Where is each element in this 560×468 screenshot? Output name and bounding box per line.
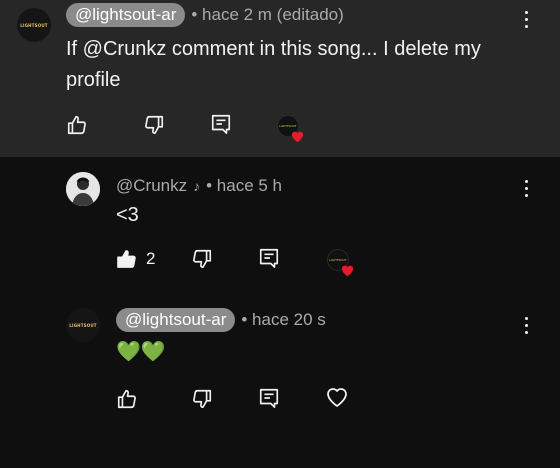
heart-outline-icon — [327, 388, 347, 407]
reply-button[interactable] — [210, 113, 232, 135]
thumbs-down-icon — [193, 249, 212, 269]
comment-text: 💚💚 — [116, 341, 166, 363]
reply-comment-icon — [259, 388, 279, 408]
red-heart-icon — [291, 131, 304, 143]
author-handle[interactable]: @lightsout-ar — [66, 3, 186, 27]
user-photo-icon — [66, 172, 100, 206]
thumbs-up-filled-icon — [117, 250, 136, 268]
more-options-button[interactable] — [523, 10, 529, 30]
heart-button[interactable] — [325, 386, 349, 408]
more-options-button[interactable] — [523, 316, 529, 336]
reply-button[interactable] — [258, 387, 280, 409]
avatar-logo-text: LIGHTSOUT — [20, 22, 48, 28]
reply-button[interactable] — [258, 247, 280, 269]
comment-text-line: If @Crunkz comment in this song... I del… — [66, 38, 481, 60]
dislike-button[interactable] — [191, 388, 213, 410]
red-heart-icon — [341, 265, 354, 277]
avatar[interactable] — [66, 172, 100, 206]
thumbs-up-icon — [117, 389, 136, 409]
reply-comment-icon — [211, 114, 231, 134]
thumbs-down-icon — [145, 115, 164, 135]
author-handle[interactable]: @lightsout-ar — [116, 308, 236, 332]
dislike-button[interactable] — [191, 248, 213, 270]
comment: LIGHTSOUT @lightsout-ar • hace 20 s 💚💚 — [0, 296, 560, 468]
comment-text-line: profile — [66, 69, 121, 91]
like-count: 2 — [146, 249, 156, 268]
creator-heart-badge[interactable]: LIGHTSOUT — [327, 249, 354, 277]
comment-highlighted: LIGHTSOUT @lightsout-ar • hace 2 m (edit… — [0, 0, 560, 157]
comment-header: @lightsout-ar • hace 2 m (editado) — [66, 3, 344, 27]
creator-avatar-text: LIGHTSOUT — [329, 258, 347, 262]
like-button[interactable] — [66, 114, 88, 136]
avatar[interactable]: LIGHTSOUT — [66, 308, 100, 342]
comment-timestamp: • hace 5 h — [206, 176, 283, 195]
thumbs-up-icon — [67, 115, 86, 135]
author-handle[interactable]: @Crunkz — [116, 176, 187, 196]
comment-text: <3 — [116, 204, 139, 226]
comment-timestamp: • hace 20 s — [241, 310, 326, 329]
more-options-button[interactable] — [523, 179, 529, 199]
dislike-button[interactable] — [143, 114, 165, 136]
avatar[interactable]: LIGHTSOUT — [17, 8, 51, 42]
comment-text: If @Crunkz comment in this song... I del… — [66, 34, 481, 96]
comment: @Crunkz ♪ • hace 5 h <3 2 LIGHTSOUT — [0, 157, 560, 296]
comment-timestamp: • hace 2 m (editado) — [191, 5, 344, 24]
comment-header: @lightsout-ar • hace 20 s — [116, 308, 326, 332]
like-button[interactable] — [116, 388, 138, 410]
avatar-logo-text: LIGHTSOUT — [69, 322, 97, 328]
creator-avatar-text: LIGHTSOUT — [279, 124, 297, 128]
creator-heart-badge[interactable]: LIGHTSOUT — [277, 115, 304, 143]
comment-header: @Crunkz ♪ • hace 5 h — [116, 176, 282, 196]
thumbs-down-icon — [193, 389, 212, 409]
music-note-icon: ♪ — [193, 178, 201, 194]
like-button[interactable]: 2 — [116, 248, 155, 270]
reply-comment-icon — [259, 248, 279, 268]
